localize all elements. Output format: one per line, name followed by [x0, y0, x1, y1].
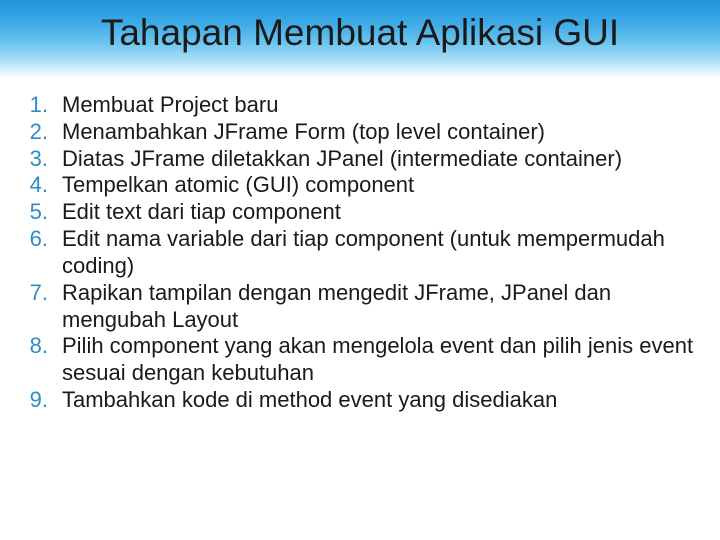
list-number: 8. — [26, 333, 62, 360]
list-number: 6. — [26, 226, 62, 253]
list-number: 2. — [26, 119, 62, 146]
list-item: 9. Tambahkan kode di method event yang d… — [26, 387, 694, 414]
list-item: 8. Pilih component yang akan mengelola e… — [26, 333, 694, 387]
list-item: 1. Membuat Project baru — [26, 92, 694, 119]
ordered-list: 1. Membuat Project baru 2. Menambahkan J… — [26, 92, 694, 414]
list-item: 4. Tempelkan atomic (GUI) component — [26, 172, 694, 199]
list-number: 7. — [26, 280, 62, 307]
list-text: Tempelkan atomic (GUI) component — [62, 172, 694, 199]
list-number: 1. — [26, 92, 62, 119]
list-item: 6. Edit nama variable dari tiap componen… — [26, 226, 694, 280]
list-text: Edit text dari tiap component — [62, 199, 694, 226]
page-title: Tahapan Membuat Aplikasi GUI — [0, 12, 720, 54]
list-number: 3. — [26, 146, 62, 173]
content-area: 1. Membuat Project baru 2. Menambahkan J… — [26, 92, 694, 414]
list-text: Rapikan tampilan dengan mengedit JFrame,… — [62, 280, 694, 334]
list-item: 7. Rapikan tampilan dengan mengedit JFra… — [26, 280, 694, 334]
list-number: 9. — [26, 387, 62, 414]
list-text: Menambahkan JFrame Form (top level conta… — [62, 119, 694, 146]
slide: Tahapan Membuat Aplikasi GUI 1. Membuat … — [0, 0, 720, 540]
list-text: Tambahkan kode di method event yang dise… — [62, 387, 694, 414]
list-text: Pilih component yang akan mengelola even… — [62, 333, 694, 387]
list-item: 2. Menambahkan JFrame Form (top level co… — [26, 119, 694, 146]
list-text: Diatas JFrame diletakkan JPanel (interme… — [62, 146, 694, 173]
list-number: 5. — [26, 199, 62, 226]
list-item: 3. Diatas JFrame diletakkan JPanel (inte… — [26, 146, 694, 173]
list-number: 4. — [26, 172, 62, 199]
list-text: Edit nama variable dari tiap component (… — [62, 226, 694, 280]
list-text: Membuat Project baru — [62, 92, 694, 119]
list-item: 5. Edit text dari tiap component — [26, 199, 694, 226]
